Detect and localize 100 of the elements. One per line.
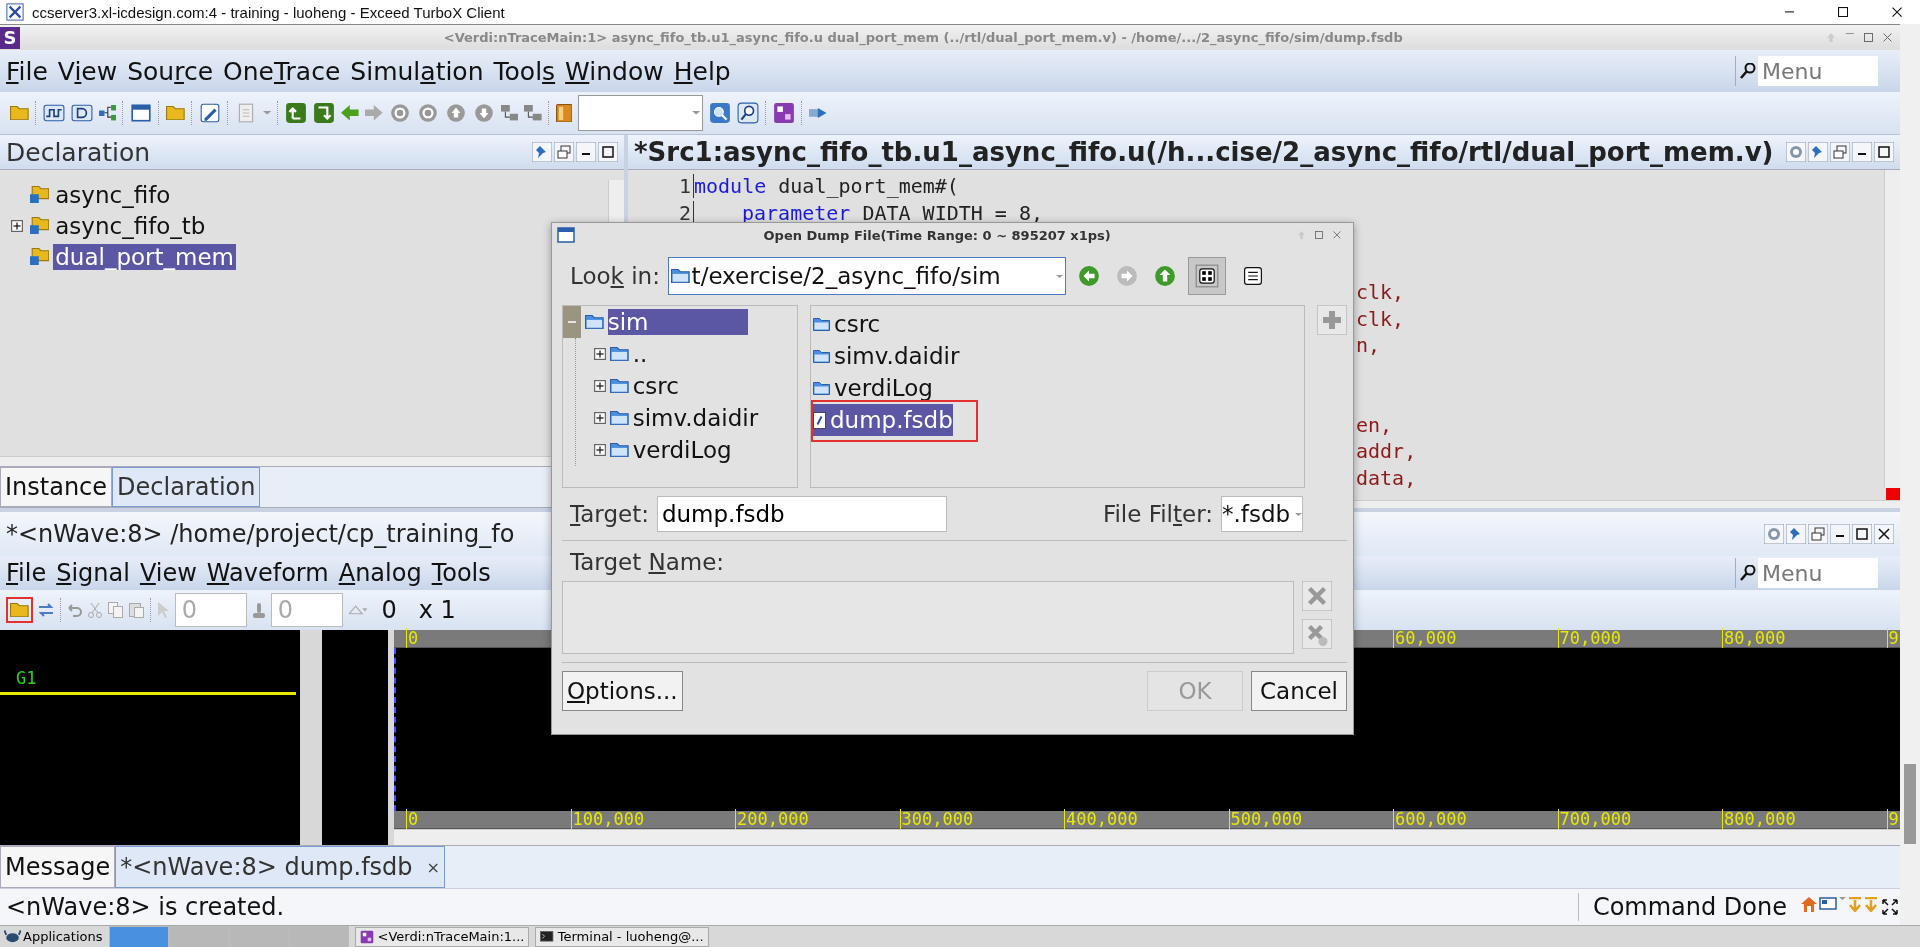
restore-icon[interactable] [1808, 524, 1828, 544]
target-field[interactable]: dump.fsdb [656, 496, 947, 532]
paste-icon[interactable] [128, 602, 144, 618]
expander-icon[interactable] [594, 444, 606, 456]
caret-icon[interactable] [262, 111, 272, 115]
monitor-icon[interactable] [1819, 897, 1837, 910]
apps-icon[interactable] [773, 102, 796, 124]
forward-arrow-icon[interactable] [364, 105, 383, 121]
step-up-icon[interactable] [285, 102, 308, 124]
menu-item[interactable]: Tools [429, 559, 499, 587]
toolbar-combo[interactable] [578, 95, 704, 131]
menu-search[interactable]: Menu [1735, 558, 1878, 588]
pin-icon[interactable] [532, 142, 552, 162]
menu-item[interactable]: Help [671, 56, 739, 86]
scrollbar[interactable] [1884, 170, 1900, 488]
gear-icon[interactable] [1764, 524, 1784, 544]
applications-menu[interactable]: Applications [4, 929, 103, 944]
triangle-icon[interactable] [348, 605, 368, 615]
up-circle-icon[interactable] [444, 102, 467, 124]
tree-item[interactable]: sim [607, 309, 749, 335]
pin-icon[interactable] [1786, 524, 1806, 544]
circle-icon[interactable] [388, 102, 411, 124]
hierarchy-icon[interactable] [98, 105, 117, 121]
menu-item[interactable]: File [4, 559, 55, 587]
search-icon[interactable] [1740, 63, 1756, 79]
gear-icon[interactable] [1786, 142, 1806, 162]
copy-icon[interactable] [107, 602, 123, 618]
add-icon[interactable] [1317, 305, 1347, 335]
swap-icon[interactable] [38, 603, 54, 617]
anchor-icon[interactable] [252, 602, 265, 618]
zoom-icon[interactable] [737, 102, 760, 124]
tree-item[interactable]: dual_port_mem [53, 243, 237, 270]
restore-icon[interactable] [554, 142, 574, 162]
message-tab[interactable]: *<nWave:8> dump.fsdb × [115, 846, 445, 888]
menu-search-field[interactable]: Menu [1758, 56, 1878, 86]
expander-icon[interactable] [594, 412, 606, 424]
tree-item[interactable]: verdiLog [632, 437, 734, 463]
circle-icon[interactable] [416, 102, 439, 124]
scrollbar[interactable] [394, 829, 1900, 845]
close-icon[interactable] [1874, 524, 1894, 544]
tree-item[interactable]: simv.daidir [632, 405, 761, 431]
expander-icon[interactable] [594, 380, 606, 392]
back-arrow-icon[interactable] [341, 105, 359, 121]
folder-icon[interactable] [10, 105, 29, 121]
menu-item[interactable]: Analog [336, 559, 430, 587]
minimize-icon[interactable] [1852, 142, 1872, 162]
book-icon[interactable] [555, 103, 573, 123]
folder-icon[interactable] [166, 105, 185, 121]
maximize-icon[interactable] [598, 142, 618, 162]
down-circle-icon[interactable] [472, 102, 495, 124]
tree-item[interactable]: async_fifo_tb [53, 212, 208, 239]
menu-item[interactable]: OneTrace [221, 56, 349, 86]
dialog-button[interactable]: Options... [562, 671, 683, 711]
panel-tab[interactable]: Declaration [112, 467, 261, 507]
blocks-icon[interactable] [524, 105, 542, 121]
list-entry[interactable]: simv.daidir [813, 340, 960, 372]
menu-item[interactable]: Simulation [348, 56, 492, 86]
step-down-icon[interactable] [313, 102, 336, 124]
scrollbar[interactable] [1900, 24, 1920, 925]
download-icon[interactable] [1848, 897, 1862, 912]
caret-icon[interactable] [691, 111, 701, 115]
pin-icon[interactable] [1808, 142, 1828, 162]
expander-icon[interactable] [11, 219, 23, 232]
menu-item[interactable]: Window [563, 56, 672, 86]
menu-search-field[interactable]: Menu [1758, 558, 1878, 588]
menu-item[interactable]: View [55, 56, 126, 86]
window-icon[interactable] [130, 102, 153, 124]
grid-view-button[interactable] [1187, 257, 1226, 295]
tree-item[interactable]: csrc [632, 373, 681, 399]
export-icon[interactable] [809, 108, 827, 118]
list-entry[interactable]: csrc [813, 308, 881, 340]
tree-item[interactable]: async_fifo [53, 181, 173, 208]
expander-icon[interactable] [594, 348, 606, 360]
maximize-icon[interactable] [1864, 32, 1874, 42]
cut-icon[interactable] [87, 602, 102, 618]
pencil-icon[interactable] [198, 102, 221, 124]
search-icon[interactable] [1740, 565, 1756, 581]
menu-item[interactable]: Signal [54, 559, 138, 587]
home-icon[interactable] [1801, 897, 1817, 912]
restore-icon[interactable] [1830, 142, 1850, 162]
menu-item[interactable]: View [137, 559, 205, 587]
caret-icon[interactable] [1839, 897, 1846, 900]
list-entry[interactable]: verdiLog [813, 372, 933, 404]
menu-item[interactable]: Source [125, 56, 222, 86]
blocks-icon[interactable] [500, 105, 519, 121]
maximize-icon[interactable] [1852, 524, 1872, 544]
remove-icon[interactable] [1302, 581, 1332, 611]
maximize-icon[interactable] [1874, 142, 1894, 162]
menu-item[interactable]: Waveform [204, 559, 337, 587]
waveform-icon[interactable] [42, 102, 65, 124]
message-tab[interactable]: Message [0, 846, 116, 888]
minimize-icon[interactable] [576, 142, 596, 162]
list-entry[interactable]: dump.fsdb [813, 404, 953, 436]
undo-icon[interactable] [67, 603, 82, 617]
dialog-button[interactable]: Cancel [1251, 671, 1347, 711]
panel-tab[interactable]: Instance [0, 467, 113, 507]
expand-icon[interactable] [1880, 897, 1900, 917]
clear-icon[interactable] [1302, 619, 1332, 649]
look-in-combo[interactable]: t/exercise/2_async_fifo/sim [667, 257, 1066, 295]
task-button[interactable]: Terminal - luoheng@... [535, 926, 709, 947]
